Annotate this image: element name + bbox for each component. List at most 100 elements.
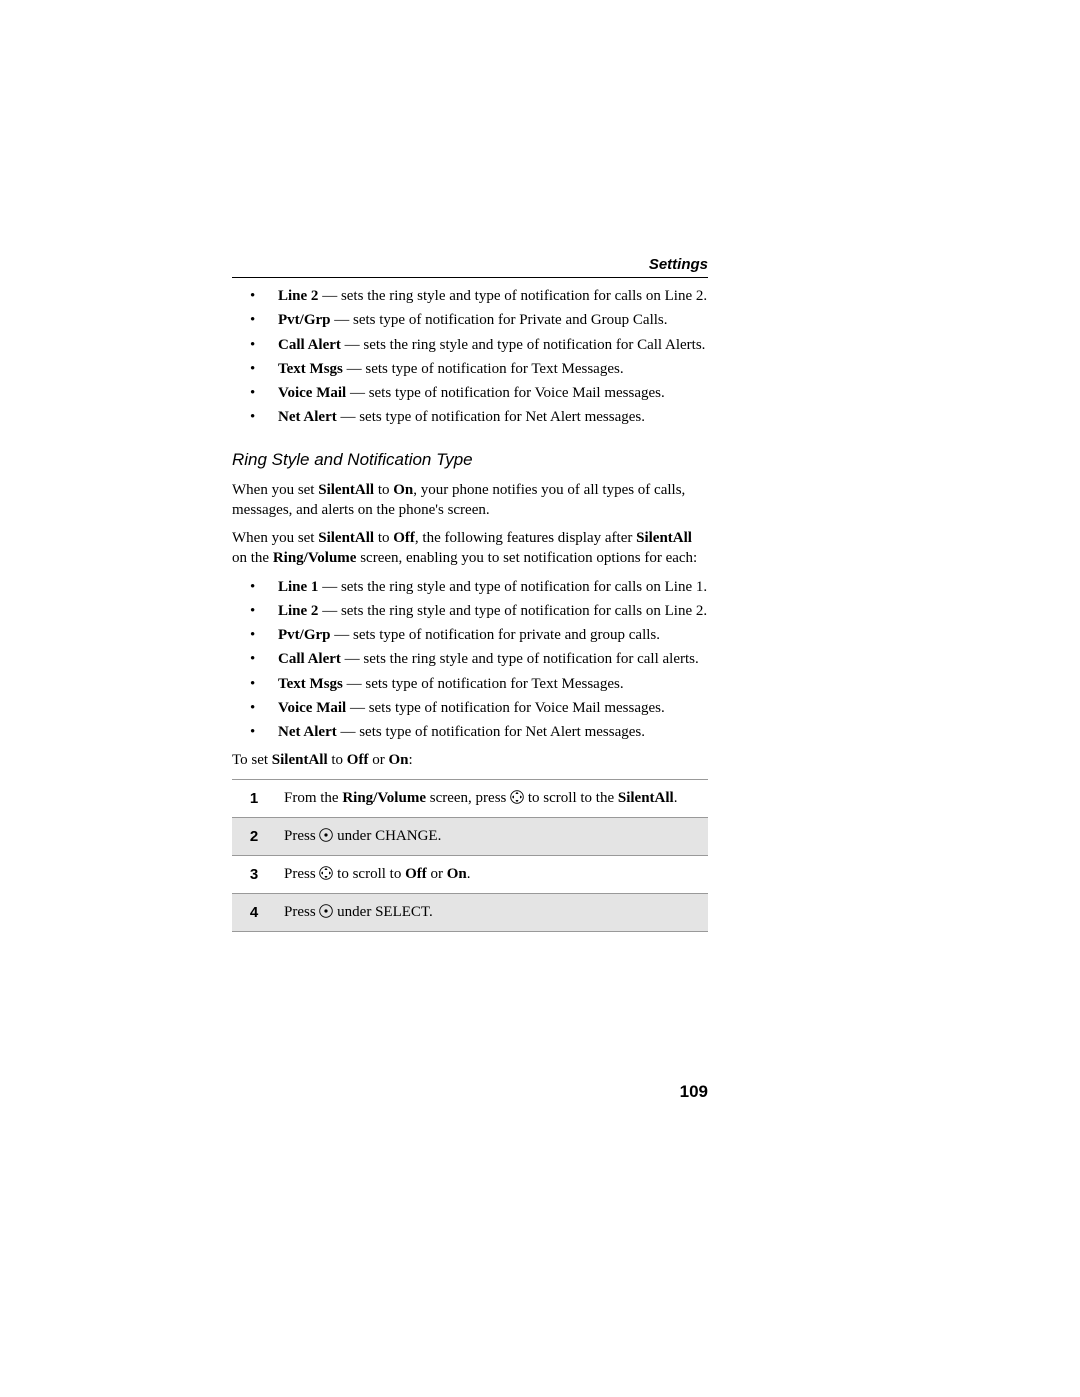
select-icon xyxy=(319,828,333,842)
list-desc: — sets type of notification for Text Mes… xyxy=(343,361,624,377)
list-item: Line 1 — sets the ring style and type of… xyxy=(232,577,708,597)
list-term: Call Alert xyxy=(278,651,341,667)
step-row: 1From the Ring/Volume screen, press to s… xyxy=(232,779,708,817)
step-number: 4 xyxy=(232,893,276,931)
step-row: 2Press under CHANGE. xyxy=(232,817,708,855)
bold-text: On xyxy=(388,752,408,768)
list-item: Text Msgs — sets type of notification fo… xyxy=(232,674,708,694)
list-term: Voice Mail xyxy=(278,700,346,716)
list-item: Line 2 — sets the ring style and type of… xyxy=(232,286,708,306)
text: or xyxy=(368,752,388,768)
bold-text: SilentAll xyxy=(636,530,692,546)
step-text: From the Ring/Volume screen, press to sc… xyxy=(276,779,708,817)
list-term: Net Alert xyxy=(278,409,337,425)
bold-text: SilentAll xyxy=(318,482,374,498)
list-desc: — sets the ring style and type of notifi… xyxy=(341,337,706,353)
list-desc: — sets type of notification for Net Aler… xyxy=(337,724,645,740)
list-term: Line 2 xyxy=(278,603,318,619)
text: Press xyxy=(284,828,319,844)
bold-text: Ring/Volume xyxy=(342,790,426,806)
bold-text: On xyxy=(447,866,467,882)
steps-table: 1From the Ring/Volume screen, press to s… xyxy=(232,779,708,932)
bold-text: Ring/Volume xyxy=(273,550,357,566)
list-item: Net Alert — sets type of notification fo… xyxy=(232,407,708,427)
text: . xyxy=(674,790,678,806)
bold-text: Off xyxy=(347,752,369,768)
bullet-list-2: Line 1 — sets the ring style and type of… xyxy=(232,577,708,743)
text: , the following features display after xyxy=(415,530,636,546)
text: or xyxy=(427,866,447,882)
list-term: Pvt/Grp xyxy=(278,312,331,328)
list-item: Voice Mail — sets type of notification f… xyxy=(232,698,708,718)
step-number: 3 xyxy=(232,855,276,893)
section-heading: Ring Style and Notification Type xyxy=(232,450,708,470)
text: When you set xyxy=(232,482,318,498)
text: under CHANGE. xyxy=(333,828,441,844)
text: to scroll to xyxy=(333,866,405,882)
bold-text: SilentAll xyxy=(318,530,374,546)
list-desc: — sets the ring style and type of notifi… xyxy=(318,579,707,595)
text: on the xyxy=(232,550,273,566)
list-desc: — sets the ring style and type of notifi… xyxy=(341,651,699,667)
text: When you set xyxy=(232,530,318,546)
select-icon xyxy=(319,904,333,918)
list-desc: — sets the ring style and type of notifi… xyxy=(318,603,707,619)
list-desc: — sets type of notification for private … xyxy=(331,627,661,643)
list-desc: — sets type of notification for Text Mes… xyxy=(343,676,624,692)
list-term: Text Msgs xyxy=(278,361,343,377)
list-item: Pvt/Grp — sets type of notification for … xyxy=(232,310,708,330)
text: to xyxy=(374,530,393,546)
nav-icon xyxy=(319,866,333,880)
list-item: Pvt/Grp — sets type of notification for … xyxy=(232,625,708,645)
list-desc: — sets the ring style and type of notifi… xyxy=(318,288,707,304)
step-row: 3Press to scroll to Off or On. xyxy=(232,855,708,893)
step-number: 2 xyxy=(232,817,276,855)
list-item: Net Alert — sets type of notification fo… xyxy=(232,722,708,742)
list-desc: — sets type of notification for Private … xyxy=(331,312,668,328)
text: Press xyxy=(284,866,319,882)
list-desc: — sets type of notification for Net Aler… xyxy=(337,409,645,425)
text: screen, enabling you to set notification… xyxy=(356,550,697,566)
list-term: Voice Mail xyxy=(278,385,346,401)
page-number: 109 xyxy=(680,1082,708,1102)
bold-text: Off xyxy=(405,866,427,882)
list-term: Pvt/Grp xyxy=(278,627,331,643)
text: screen, press xyxy=(426,790,510,806)
list-item: Text Msgs — sets type of notification fo… xyxy=(232,359,708,379)
bullet-list-1: Line 2 — sets the ring style and type of… xyxy=(232,286,708,428)
list-term: Call Alert xyxy=(278,337,341,353)
step-text: Press under CHANGE. xyxy=(276,817,708,855)
list-desc: — sets type of notification for Voice Ma… xyxy=(346,700,665,716)
list-desc: — sets type of notification for Voice Ma… xyxy=(346,385,665,401)
page-content: Settings Line 2 — sets the ring style an… xyxy=(232,256,708,932)
text: . xyxy=(467,866,471,882)
text: Press xyxy=(284,904,319,920)
text: under SELECT. xyxy=(333,904,432,920)
header-rule xyxy=(232,277,708,278)
text: to xyxy=(328,752,347,768)
step-number: 1 xyxy=(232,779,276,817)
nav-icon xyxy=(510,790,524,804)
step-text: Press to scroll to Off or On. xyxy=(276,855,708,893)
bold-text: Off xyxy=(393,530,415,546)
list-item: Voice Mail — sets type of notification f… xyxy=(232,383,708,403)
list-term: Line 2 xyxy=(278,288,318,304)
list-term: Net Alert xyxy=(278,724,337,740)
list-item: Call Alert — sets the ring style and typ… xyxy=(232,649,708,669)
paragraph-1: When you set SilentAll to On, your phone… xyxy=(232,480,708,521)
paragraph-2: When you set SilentAll to Off, the follo… xyxy=(232,528,708,569)
text: to xyxy=(374,482,393,498)
page-header-title: Settings xyxy=(232,256,708,273)
text: To set xyxy=(232,752,272,768)
step-row: 4 Press under SELECT. xyxy=(232,893,708,931)
list-term: Line 1 xyxy=(278,579,318,595)
list-item: Call Alert — sets the ring style and typ… xyxy=(232,335,708,355)
bold-text: SilentAll xyxy=(618,790,674,806)
text: to scroll to the xyxy=(524,790,618,806)
bold-text: On xyxy=(393,482,413,498)
text: From the xyxy=(284,790,342,806)
paragraph-3: To set SilentAll to Off or On: xyxy=(232,750,708,770)
text: : xyxy=(408,752,412,768)
bold-text: SilentAll xyxy=(272,752,328,768)
list-term: Text Msgs xyxy=(278,676,343,692)
